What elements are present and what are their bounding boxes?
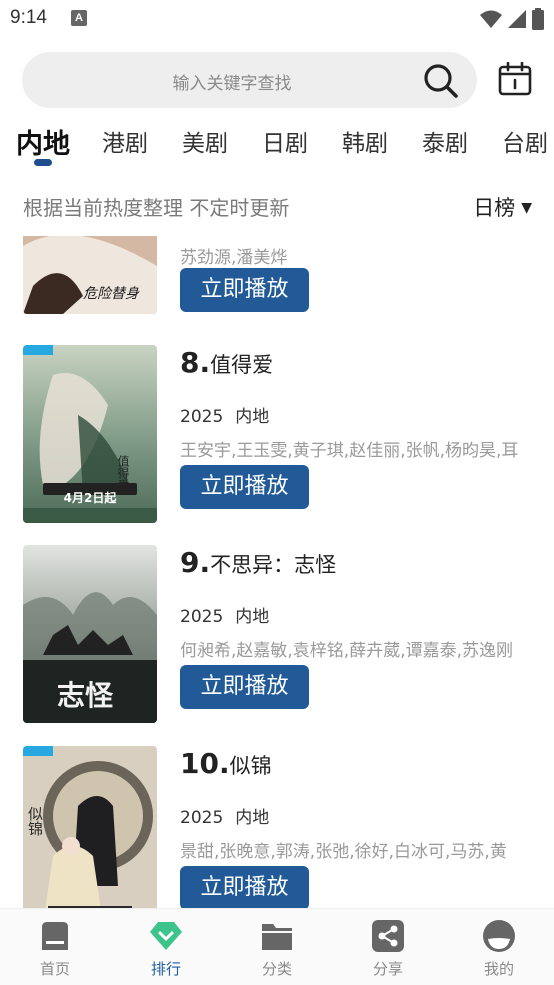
- nav-profile[interactable]: 我的: [459, 919, 539, 979]
- drama-meta: 2025 内地: [180, 602, 269, 627]
- ranking-description: 根据当前热度整理 不定时更新: [23, 196, 290, 220]
- tab-japan[interactable]: 日剧: [262, 124, 308, 158]
- tab-hk[interactable]: 港剧: [102, 124, 148, 158]
- drama-poster[interactable]: 危险替身: [23, 236, 157, 314]
- poster-title-text: 志怪: [57, 679, 114, 712]
- year-text: 2025: [180, 808, 224, 828]
- drama-meta: 2025 内地: [180, 803, 269, 828]
- status-indicators: [480, 8, 544, 30]
- nav-share-label: 分享: [372, 960, 403, 978]
- list-item[interactable]: 志怪 9.不思异：志怪 2025 内地 何昶希,赵嘉敏,袁梓铭,薛卉葳,谭嘉泰,苏…: [0, 532, 554, 732]
- tab-thai[interactable]: 泰剧: [422, 124, 468, 158]
- folder-icon: [262, 924, 292, 950]
- play-button[interactable]: 立即播放: [180, 665, 309, 709]
- tab-taiwan[interactable]: 台剧: [502, 124, 548, 158]
- drama-title[interactable]: 8.值得爱: [180, 346, 273, 379]
- list-item[interactable]: 危险替身 苏劲源,潘美烨 立即播放: [0, 236, 554, 323]
- search-placeholder: 输入关键字查找: [172, 74, 292, 94]
- poster-title-text: 危险替身: [83, 286, 140, 302]
- nav-category[interactable]: 分类: [237, 919, 317, 979]
- year-text: 2025: [180, 607, 224, 627]
- app-notification-icon: A: [71, 10, 87, 26]
- list-item[interactable]: 值得爱 4月2日起 8.值得爱 2025 内地 王安宇,王玉雯,黄子琪,赵佳丽,张…: [0, 332, 554, 532]
- dropdown-triangle-icon: ▼: [521, 200, 532, 216]
- home-icon: [42, 922, 68, 950]
- nav-share[interactable]: 分享: [348, 919, 428, 979]
- tab-us[interactable]: 美剧: [182, 124, 228, 158]
- bottom-navigation: 首页 排行 分类 分享 我的: [0, 908, 554, 985]
- play-button[interactable]: 立即播放: [180, 268, 309, 312]
- poster-date-text: 4月2日起: [64, 490, 118, 505]
- title-text: 值得爱: [210, 353, 274, 377]
- cast-list: 景甜,张晚意,郭涛,张弛,徐好,白冰可,马苏,黄: [180, 842, 507, 862]
- share-icon: [372, 920, 404, 952]
- nav-home[interactable]: 首页: [15, 919, 95, 979]
- poster-title-text: 似锦: [26, 806, 44, 836]
- rank-number: 9.: [180, 546, 211, 579]
- category-tabs: 内地 港剧 美剧 日剧 韩剧 泰剧 台剧: [0, 120, 554, 170]
- rank-number: 10.: [180, 747, 230, 780]
- region-text: 内地: [235, 808, 270, 828]
- nav-home-label: 首页: [39, 960, 70, 978]
- nav-ranking[interactable]: 排行: [126, 919, 206, 979]
- signal-icon: [508, 10, 526, 28]
- calendar-icon[interactable]: [498, 62, 532, 96]
- rank-type-label: 日榜: [473, 196, 516, 220]
- region-text: 内地: [235, 607, 270, 627]
- drama-title[interactable]: 9.不思异：志怪: [180, 546, 336, 579]
- cast-list: 王安宇,王玉雯,黄子琪,赵佳丽,张帆,杨昀昊,耳: [180, 441, 519, 461]
- status-bar: 9:14 A: [0, 0, 554, 38]
- tab-korea[interactable]: 韩剧: [342, 124, 388, 158]
- drama-title[interactable]: 10.似锦: [180, 747, 272, 780]
- status-time: 9:14: [10, 7, 47, 28]
- active-tab-indicator: [34, 159, 52, 166]
- title-text: 不思异：志怪: [210, 553, 337, 577]
- wifi-icon: [480, 10, 502, 28]
- cast-list: 何昶希,赵嘉敏,袁梓铭,薛卉葳,谭嘉泰,苏逸刚: [180, 641, 514, 661]
- tab-mainland[interactable]: 内地: [16, 122, 70, 161]
- drama-list[interactable]: 危险替身 苏劲源,潘美烨 立即播放 值得爱 4月2日起 8.值得爱 2025 内地: [0, 236, 554, 908]
- play-button[interactable]: 立即播放: [180, 465, 309, 509]
- rank-type-dropdown[interactable]: 日榜 ▼: [473, 192, 532, 222]
- drama-poster[interactable]: 志怪: [23, 545, 157, 723]
- drama-poster[interactable]: 值得爱 4月2日起: [23, 345, 157, 523]
- cast-list: 苏劲源,潘美烨: [180, 248, 288, 268]
- drama-meta: 2025 内地: [180, 402, 269, 427]
- battery-icon: [532, 8, 544, 30]
- nav-profile-label: 我的: [483, 960, 514, 978]
- nav-category-label: 分类: [261, 960, 292, 978]
- nav-ranking-label: 排行: [150, 960, 181, 978]
- search-input[interactable]: 输入关键字查找: [22, 52, 477, 108]
- profile-icon: [483, 920, 515, 952]
- region-text: 内地: [235, 407, 270, 427]
- drama-poster[interactable]: 似锦: [23, 746, 157, 908]
- search-icon[interactable]: [423, 63, 459, 99]
- year-text: 2025: [180, 407, 224, 427]
- ranking-icon: [150, 922, 182, 950]
- list-item[interactable]: 似锦 10.似锦 2025 内地 景甜,张晚意,郭涛,张弛,徐好,白冰可,马苏,黄…: [0, 733, 554, 908]
- title-text: 似锦: [229, 754, 272, 778]
- rank-number: 8.: [180, 346, 211, 379]
- play-button[interactable]: 立即播放: [180, 866, 309, 908]
